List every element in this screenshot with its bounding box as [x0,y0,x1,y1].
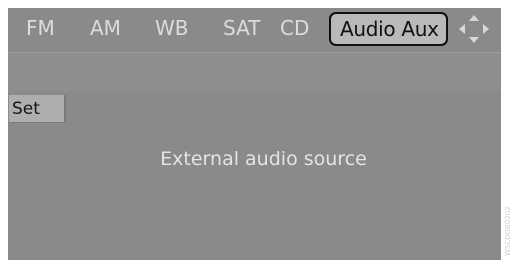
four-way-arrows-icon[interactable] [456,14,492,44]
tab-sat[interactable]: SAT [223,8,260,48]
set-button[interactable]: Set [9,95,66,123]
tab-wb[interactable]: WB [155,8,189,48]
info-strip [8,53,501,91]
tab-audio-aux[interactable]: Audio Aux [329,12,448,46]
tab-am[interactable]: AM [90,8,121,48]
image-code-watermark: W5CDGB0202 [503,175,512,261]
audio-screen: FM AM WB SAT CD Audio Aux Set External a… [8,8,501,260]
watermark-text: W5CDGB0202 [504,206,512,256]
source-tab-bar: FM AM WB SAT CD Audio Aux [8,8,501,48]
status-message: External audio source [160,148,367,170]
tab-fm[interactable]: FM [26,8,55,48]
tab-cd[interactable]: CD [280,8,309,48]
